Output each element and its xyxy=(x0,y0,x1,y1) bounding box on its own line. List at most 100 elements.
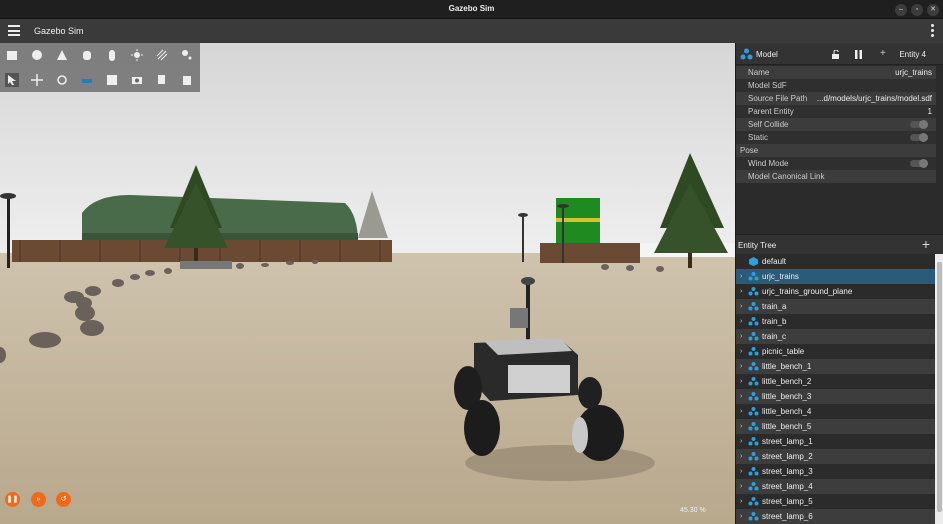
property-label: Static xyxy=(748,133,769,142)
property-toggle[interactable] xyxy=(910,159,928,168)
expand-arrow-icon[interactable]: › xyxy=(740,449,742,464)
expand-arrow-icon[interactable]: › xyxy=(740,344,742,359)
property-toggle[interactable] xyxy=(910,133,928,142)
tree-item[interactable]: › urjc_trains_ground_plane xyxy=(736,284,935,299)
property-row[interactable]: Model SdF xyxy=(736,79,936,92)
3d-scene-view[interactable] xyxy=(0,43,735,524)
expand-arrow-icon[interactable]: › xyxy=(740,389,742,404)
expand-arrow-icon[interactable]: › xyxy=(740,404,742,419)
expand-arrow-icon[interactable]: › xyxy=(740,509,742,524)
model-icon xyxy=(748,362,759,371)
model-icon xyxy=(748,512,759,521)
tree-item-label: little_bench_4 xyxy=(762,407,812,416)
paste-icon[interactable] xyxy=(180,73,194,87)
property-row[interactable]: Wind Mode xyxy=(736,157,936,170)
tree-item-label: street_lamp_1 xyxy=(762,437,813,446)
translate-icon[interactable] xyxy=(30,73,44,87)
close-button[interactable]: ✕ xyxy=(927,4,939,16)
tree-item[interactable]: › street_lamp_4 xyxy=(736,479,935,494)
lock-icon[interactable] xyxy=(831,50,840,59)
capsule-icon[interactable] xyxy=(105,48,119,62)
expand-arrow-icon[interactable]: › xyxy=(740,494,742,509)
add-entity-icon[interactable]: + xyxy=(922,236,930,252)
expand-arrow-icon[interactable]: › xyxy=(740,464,742,479)
tree-item-label: picnic_table xyxy=(762,347,805,356)
tree-item-label: little_bench_2 xyxy=(762,377,812,386)
tree-item[interactable]: › little_bench_2 xyxy=(736,374,935,389)
minimize-button[interactable]: – xyxy=(895,4,907,16)
tree-item-label: street_lamp_3 xyxy=(762,467,813,476)
pause-updates-icon[interactable] xyxy=(854,50,863,59)
tree-item[interactable]: › picnic_table xyxy=(736,344,935,359)
property-row[interactable]: Source File Path ...d/models/urjc_trains/… xyxy=(736,92,936,105)
property-row[interactable]: Pose xyxy=(736,144,936,157)
add-icon[interactable]: + xyxy=(880,48,886,59)
tree-item[interactable]: › little_bench_4 xyxy=(736,404,935,419)
model-icon xyxy=(748,497,759,506)
tree-item[interactable]: › little_bench_3 xyxy=(736,389,935,404)
property-row[interactable]: Self Collide xyxy=(736,118,936,131)
property-value: ...d/models/urjc_trains/model.sdf xyxy=(816,94,932,103)
app-name: Gazebo Sim xyxy=(34,26,84,36)
expand-arrow-icon[interactable]: › xyxy=(740,299,742,314)
property-row[interactable]: Model Canonical Link xyxy=(736,170,936,183)
property-row[interactable]: Name urjc_trains xyxy=(736,66,936,79)
model-icon xyxy=(748,287,759,296)
spot-light-icon[interactable] xyxy=(180,48,194,62)
tree-item[interactable]: › street_lamp_6 xyxy=(736,509,935,524)
tree-item[interactable]: › little_bench_5 xyxy=(736,419,935,434)
tree-item-label: train_a xyxy=(762,302,787,311)
copy-icon[interactable] xyxy=(155,73,169,87)
expand-arrow-icon[interactable]: › xyxy=(740,434,742,449)
more-options-icon[interactable] xyxy=(931,24,935,39)
cone-icon[interactable] xyxy=(55,48,69,62)
expand-arrow-icon[interactable]: › xyxy=(740,359,742,374)
grid-icon[interactable] xyxy=(105,73,119,87)
tree-item[interactable]: › little_bench_1 xyxy=(736,359,935,374)
expand-arrow-icon[interactable]: › xyxy=(740,419,742,434)
cylinder-icon[interactable] xyxy=(80,48,94,62)
property-toggle[interactable] xyxy=(910,120,928,129)
tree-item[interactable]: › street_lamp_5 xyxy=(736,494,935,509)
entity-tree-scrollbar[interactable] xyxy=(935,254,943,524)
select-icon[interactable] xyxy=(5,73,19,87)
tree-item-label: train_c xyxy=(762,332,787,341)
expand-arrow-icon[interactable]: › xyxy=(740,269,742,284)
tree-item[interactable]: › street_lamp_1 xyxy=(736,434,935,449)
model-icon xyxy=(748,317,759,326)
property-row[interactable]: Parent Entity 1 xyxy=(736,105,936,118)
shapes-toolbar xyxy=(0,43,200,92)
expand-arrow-icon[interactable]: › xyxy=(740,284,742,299)
expand-arrow-icon[interactable]: › xyxy=(740,329,742,344)
tree-item-label: urjc_trains xyxy=(762,272,799,281)
tree-item[interactable]: › train_b xyxy=(736,314,935,329)
tree-item-label: little_bench_1 xyxy=(762,362,812,371)
entity-id: Entity 4 xyxy=(899,50,926,59)
camera-icon[interactable] xyxy=(130,73,144,87)
step-button[interactable]: » xyxy=(31,492,46,507)
box-icon[interactable] xyxy=(5,48,19,62)
entity-tree-title: Entity Tree xyxy=(738,241,777,250)
tree-item[interactable]: › train_c xyxy=(736,329,935,344)
expand-arrow-icon[interactable]: › xyxy=(740,479,742,494)
maximize-button[interactable]: ▫ xyxy=(911,4,923,16)
tree-item[interactable]: › street_lamp_3 xyxy=(736,464,935,479)
property-label: Model Canonical Link xyxy=(748,172,825,181)
tree-item[interactable]: › urjc_trains xyxy=(736,269,935,284)
tree-item[interactable]: default xyxy=(736,254,935,269)
expand-arrow-icon[interactable]: › xyxy=(740,374,742,389)
sphere-icon[interactable] xyxy=(30,48,44,62)
tree-item[interactable]: › street_lamp_2 xyxy=(736,449,935,464)
world-icon xyxy=(749,257,758,266)
directional-light-icon[interactable] xyxy=(155,48,169,62)
expand-arrow-icon[interactable]: › xyxy=(740,314,742,329)
pause-button[interactable]: ❚❚ xyxy=(5,492,20,507)
snap-icon[interactable] xyxy=(80,73,94,87)
property-row[interactable]: Static xyxy=(736,131,936,144)
menu-icon[interactable] xyxy=(8,25,20,36)
tree-item[interactable]: › train_a xyxy=(736,299,935,314)
reset-button[interactable]: ↺ xyxy=(56,492,71,507)
component-inspector-header: Model + Entity 4 xyxy=(736,43,943,65)
sun-icon[interactable] xyxy=(130,48,144,62)
rotate-icon[interactable] xyxy=(55,73,69,87)
